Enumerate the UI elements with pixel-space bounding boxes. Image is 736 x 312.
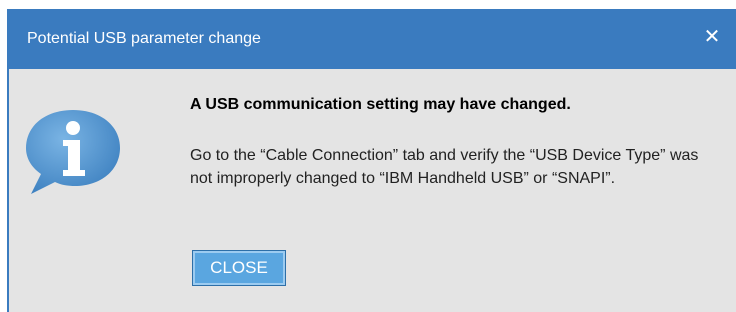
usb-change-dialog: Potential USB parameter change ✕ A USB c… [7, 9, 736, 312]
close-button[interactable]: CLOSE [192, 250, 286, 286]
dialog-titlebar: Potential USB parameter change ✕ [9, 9, 736, 69]
dialog-title: Potential USB parameter change [27, 30, 261, 47]
dialog-heading: A USB communication setting may have cha… [190, 96, 571, 113]
dialog-message: Go to the “Cable Connection” tab and ver… [190, 147, 699, 187]
close-icon[interactable]: ✕ [702, 26, 722, 48]
info-icon [26, 110, 120, 194]
